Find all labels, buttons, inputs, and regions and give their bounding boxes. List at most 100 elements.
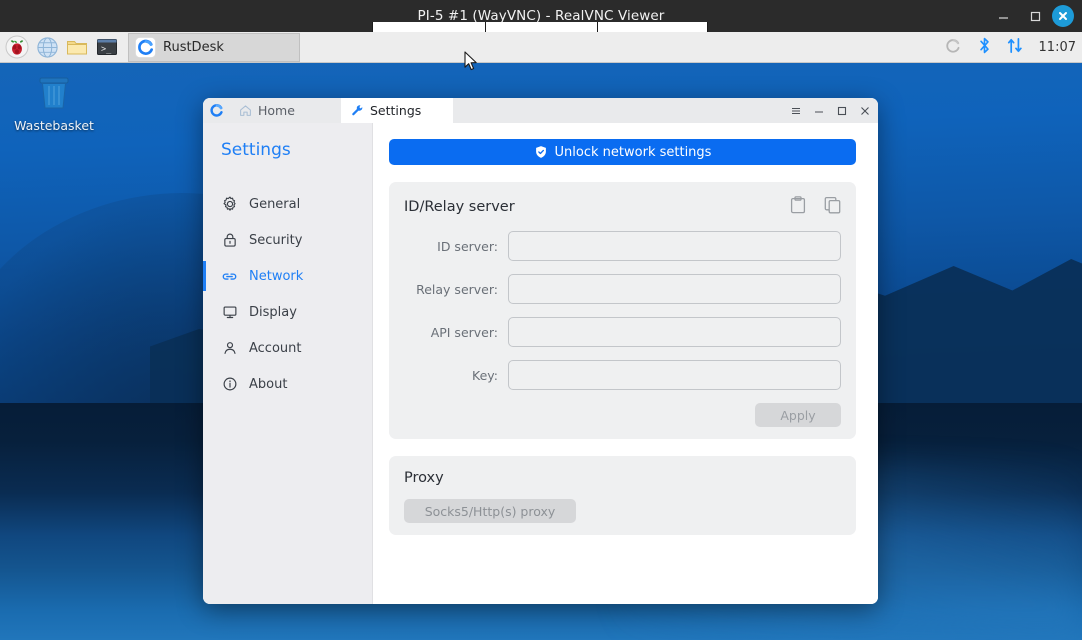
sidebar-item-label: Account [249, 340, 302, 356]
tab-home-label: Home [258, 103, 295, 118]
file-manager-icon [67, 41, 87, 55]
proxy-card-title: Proxy [404, 470, 444, 486]
relay-server-input[interactable] [508, 274, 841, 304]
sidebar-item-label: About [249, 376, 288, 392]
apply-button[interactable]: Apply [755, 403, 841, 427]
link-icon [221, 268, 238, 285]
info-icon [221, 376, 238, 393]
rustdesk-tray-icon [945, 38, 960, 53]
rustdesk-minimize-button[interactable] [808, 98, 830, 123]
sidebar-item-label: Security [249, 232, 303, 248]
sidebar-item-about[interactable]: About [203, 366, 372, 402]
settings-nav-list: General Security Network Display Account… [203, 186, 372, 402]
sidebar-item-security[interactable]: Security [203, 222, 372, 258]
settings-content: Unlock network settings ID/Relay server [373, 123, 878, 604]
id-relay-card-header: ID/Relay server [404, 196, 841, 218]
sidebar-item-network[interactable]: Network [203, 258, 372, 294]
sidebar-item-label: General [249, 196, 301, 212]
bluetooth-icon [979, 37, 989, 54]
proxy-card: Proxy Socks5/Http(s) proxy [389, 456, 856, 535]
person-icon [221, 340, 238, 357]
taskbar-task-rustdesk[interactable]: RustDesk [128, 32, 300, 62]
tab-settings[interactable]: Settings [341, 98, 453, 123]
monitor-icon [221, 304, 238, 321]
rustdesk-body: Settings General Security Network Displa… [203, 123, 878, 604]
minimize-icon [815, 110, 823, 113]
rustdesk-tabbar: Home Settings [203, 98, 878, 123]
hamburger-menu-icon [792, 107, 800, 114]
tray-bluetooth-icon[interactable] [976, 36, 993, 59]
rustdesk-menu-button[interactable] [785, 98, 807, 123]
key-input[interactable] [508, 360, 841, 390]
close-icon [1059, 12, 1067, 20]
close-icon [861, 106, 869, 115]
socks5-http-proxy-button[interactable]: Socks5/Http(s) proxy [404, 499, 576, 523]
raspberry-pi-menu-icon [5, 35, 29, 59]
svg-text:>_: >_ [101, 45, 112, 55]
api-server-input[interactable] [508, 317, 841, 347]
screen: Wastebasket PI-5 #1 (WayVNC) - RealVNC V… [0, 0, 1082, 640]
lock-icon [221, 232, 238, 249]
wrench-icon [352, 105, 363, 116]
tray-rustdesk-icon[interactable] [943, 36, 963, 60]
vnc-close-button[interactable] [1052, 5, 1074, 27]
key-label: Key: [472, 367, 498, 383]
rustdesk-window-controls [785, 98, 876, 123]
rustdesk-window-logo [203, 98, 229, 123]
field-row-api-server: API server: [404, 317, 841, 347]
field-row-id-server: ID server: [404, 231, 841, 261]
rustdesk-logo-icon [209, 104, 223, 117]
taskbar: >_ RustDesk 11:07 [0, 32, 1082, 63]
taskbar-task-label: RustDesk [163, 39, 224, 55]
id-server-label: ID server: [437, 238, 498, 254]
tab-home[interactable]: Home [229, 98, 341, 123]
maximize-icon [1030, 11, 1040, 21]
shield-icon [535, 146, 546, 158]
field-row-relay-server: Relay server: [404, 274, 841, 304]
unlock-network-settings-button[interactable]: Unlock network settings [389, 139, 856, 165]
relay-server-label: Relay server: [416, 281, 498, 297]
rustdesk-window: Home Settings Settings General Security … [203, 98, 878, 604]
field-row-key: Key: [404, 360, 841, 390]
taskbar-launcher-file-manager[interactable] [64, 34, 90, 60]
id-relay-card-footer: Apply [404, 403, 841, 427]
api-server-label: API server: [430, 324, 498, 340]
unlock-button-label: Unlock network settings [554, 144, 712, 160]
home-icon [240, 105, 251, 116]
copy-icon[interactable] [824, 196, 841, 218]
vnc-minimize-button[interactable] [988, 1, 1018, 31]
network-icon [1007, 37, 1022, 54]
id-server-input[interactable] [508, 231, 841, 261]
desktop-icon-label: Wastebasket [14, 118, 94, 133]
id-relay-server-card: ID/Relay server ID server: Relay server:… [389, 182, 856, 439]
sidebar-item-label: Display [249, 304, 297, 320]
sidebar-item-label: Network [249, 268, 304, 284]
web-browser-icon [36, 36, 58, 58]
rustdesk-close-button[interactable] [854, 98, 876, 123]
taskbar-launchers: >_ [0, 34, 120, 60]
sidebar-item-display[interactable]: Display [203, 294, 372, 330]
taskbar-launcher-raspberry-pi-menu[interactable] [4, 34, 30, 60]
wastebasket-icon [39, 77, 69, 109]
id-relay-card-actions [790, 196, 841, 218]
vnc-maximize-button[interactable] [1020, 1, 1050, 31]
vnc-window-controls [988, 0, 1078, 32]
taskbar-launcher-terminal[interactable]: >_ [94, 34, 120, 60]
tray-network-icon[interactable] [1006, 36, 1024, 59]
settings-sidebar: Settings General Security Network Displa… [203, 123, 373, 604]
id-relay-card-title: ID/Relay server [404, 199, 515, 215]
paste-icon[interactable] [790, 196, 806, 218]
gear-icon [221, 196, 238, 213]
terminal-icon: >_ [97, 39, 117, 55]
taskbar-clock: 11:07 [1038, 40, 1076, 55]
rustdesk-icon [135, 36, 156, 58]
sidebar-item-account[interactable]: Account [203, 330, 372, 366]
taskbar-launcher-web-browser[interactable] [34, 34, 60, 60]
sidebar-item-general[interactable]: General [203, 186, 372, 222]
desktop-icon-wastebasket[interactable]: Wastebasket [14, 71, 94, 133]
tab-settings-label: Settings [370, 103, 422, 118]
settings-title: Settings [221, 140, 291, 160]
rustdesk-maximize-button[interactable] [831, 98, 853, 123]
minimize-icon [998, 16, 1008, 19]
maximize-icon [837, 106, 847, 115]
